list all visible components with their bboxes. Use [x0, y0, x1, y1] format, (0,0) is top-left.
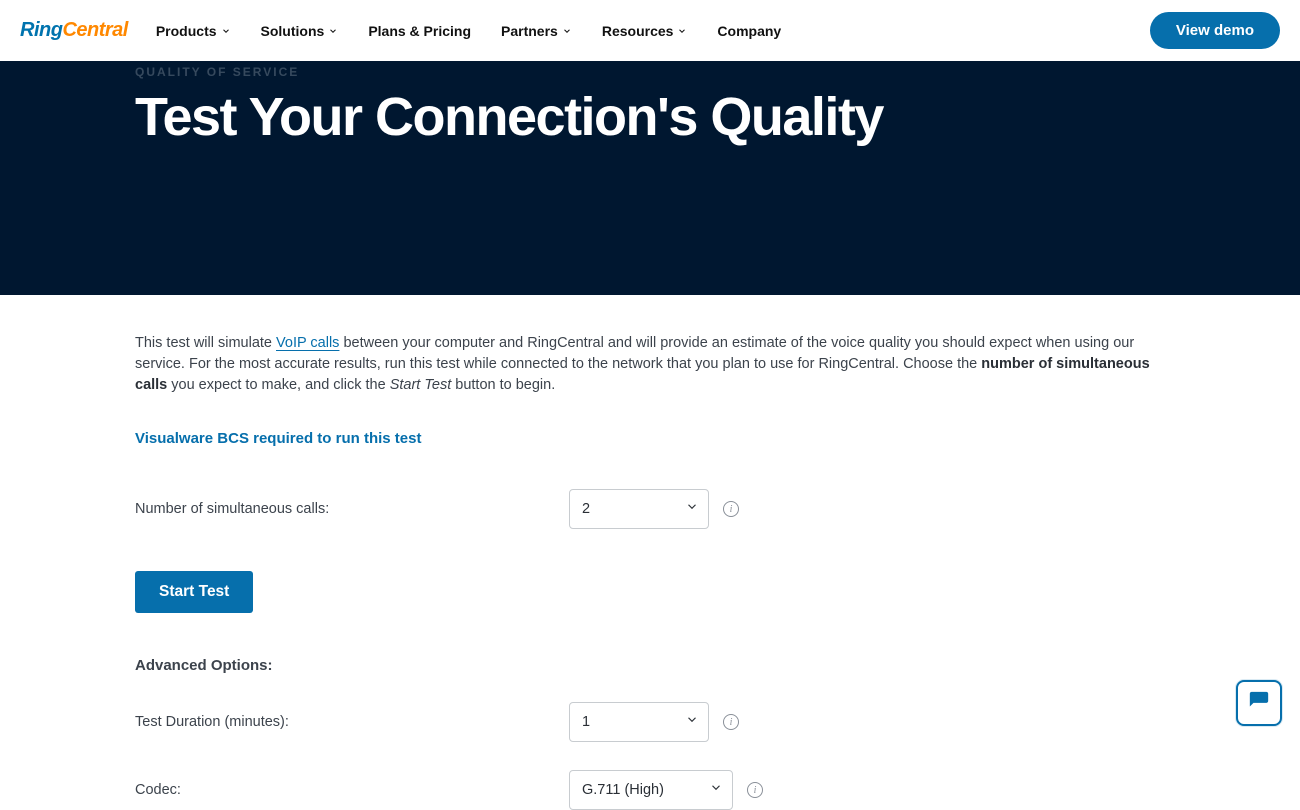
nav-item-label: Partners — [501, 23, 558, 39]
chevron-down-icon — [562, 26, 572, 36]
nav-item-resources[interactable]: Resources — [602, 23, 688, 39]
requirement-link[interactable]: Visualware BCS required to run this test — [135, 430, 1165, 447]
row-codec: Codec: i — [135, 770, 1165, 810]
calls-select[interactable] — [569, 489, 709, 529]
intro-text: you expect to make, and click the — [167, 377, 389, 393]
nav-item-plans-pricing[interactable]: Plans & Pricing — [368, 23, 471, 39]
voip-calls-link[interactable]: VoIP calls — [276, 335, 339, 351]
chat-icon — [1248, 690, 1270, 717]
nav-item-solutions[interactable]: Solutions — [261, 23, 339, 39]
chat-button[interactable] — [1236, 680, 1282, 726]
nav-item-label: Solutions — [261, 23, 325, 39]
nav-item-label: Products — [156, 23, 217, 39]
info-icon[interactable]: i — [723, 714, 739, 730]
view-demo-button[interactable]: View demo — [1150, 12, 1280, 49]
nav-item-label: Company — [717, 23, 781, 39]
intro-text: button to begin. — [451, 377, 555, 393]
hero: QUALITY OF SERVICE Test Your Connection'… — [0, 61, 1300, 295]
codec-label: Codec: — [135, 782, 569, 798]
codec-select-wrap — [569, 770, 733, 810]
intro-paragraph: This test will simulate VoIP calls betwe… — [135, 333, 1165, 396]
advanced-options-heading: Advanced Options: — [135, 657, 1165, 674]
duration-label: Test Duration (minutes): — [135, 714, 569, 730]
info-icon[interactable]: i — [747, 782, 763, 798]
calls-label: Number of simultaneous calls: — [135, 501, 569, 517]
nav-item-partners[interactable]: Partners — [501, 23, 572, 39]
nav-item-label: Resources — [602, 23, 674, 39]
duration-select[interactable] — [569, 702, 709, 742]
chevron-down-icon — [677, 26, 687, 36]
calls-select-wrap — [569, 489, 709, 529]
main-content: This test will simulate VoIP calls betwe… — [135, 295, 1165, 810]
logo[interactable]: RingCentral — [20, 19, 128, 42]
logo-part2: Central — [62, 19, 127, 42]
row-test-duration: Test Duration (minutes): i — [135, 702, 1165, 742]
duration-select-wrap — [569, 702, 709, 742]
hero-eyebrow: QUALITY OF SERVICE — [135, 65, 1165, 79]
nav-item-company[interactable]: Company — [717, 23, 781, 39]
intro-italic: Start Test — [390, 377, 452, 393]
chevron-down-icon — [328, 26, 338, 36]
info-icon[interactable]: i — [723, 501, 739, 517]
codec-select[interactable] — [569, 770, 733, 810]
logo-part1: Ring — [20, 19, 62, 42]
intro-text: This test will simulate — [135, 335, 276, 351]
nav-item-products[interactable]: Products — [156, 23, 231, 39]
start-test-button[interactable]: Start Test — [135, 571, 253, 613]
nav-links: Products Solutions Plans & Pricing Partners… — [156, 23, 1150, 39]
nav-item-label: Plans & Pricing — [368, 23, 471, 39]
row-simultaneous-calls: Number of simultaneous calls: i — [135, 489, 1165, 529]
top-nav: RingCentral Products Solutions Plans & Pri… — [0, 0, 1300, 61]
chevron-down-icon — [221, 26, 231, 36]
page-title: Test Your Connection's Quality — [135, 89, 1165, 146]
